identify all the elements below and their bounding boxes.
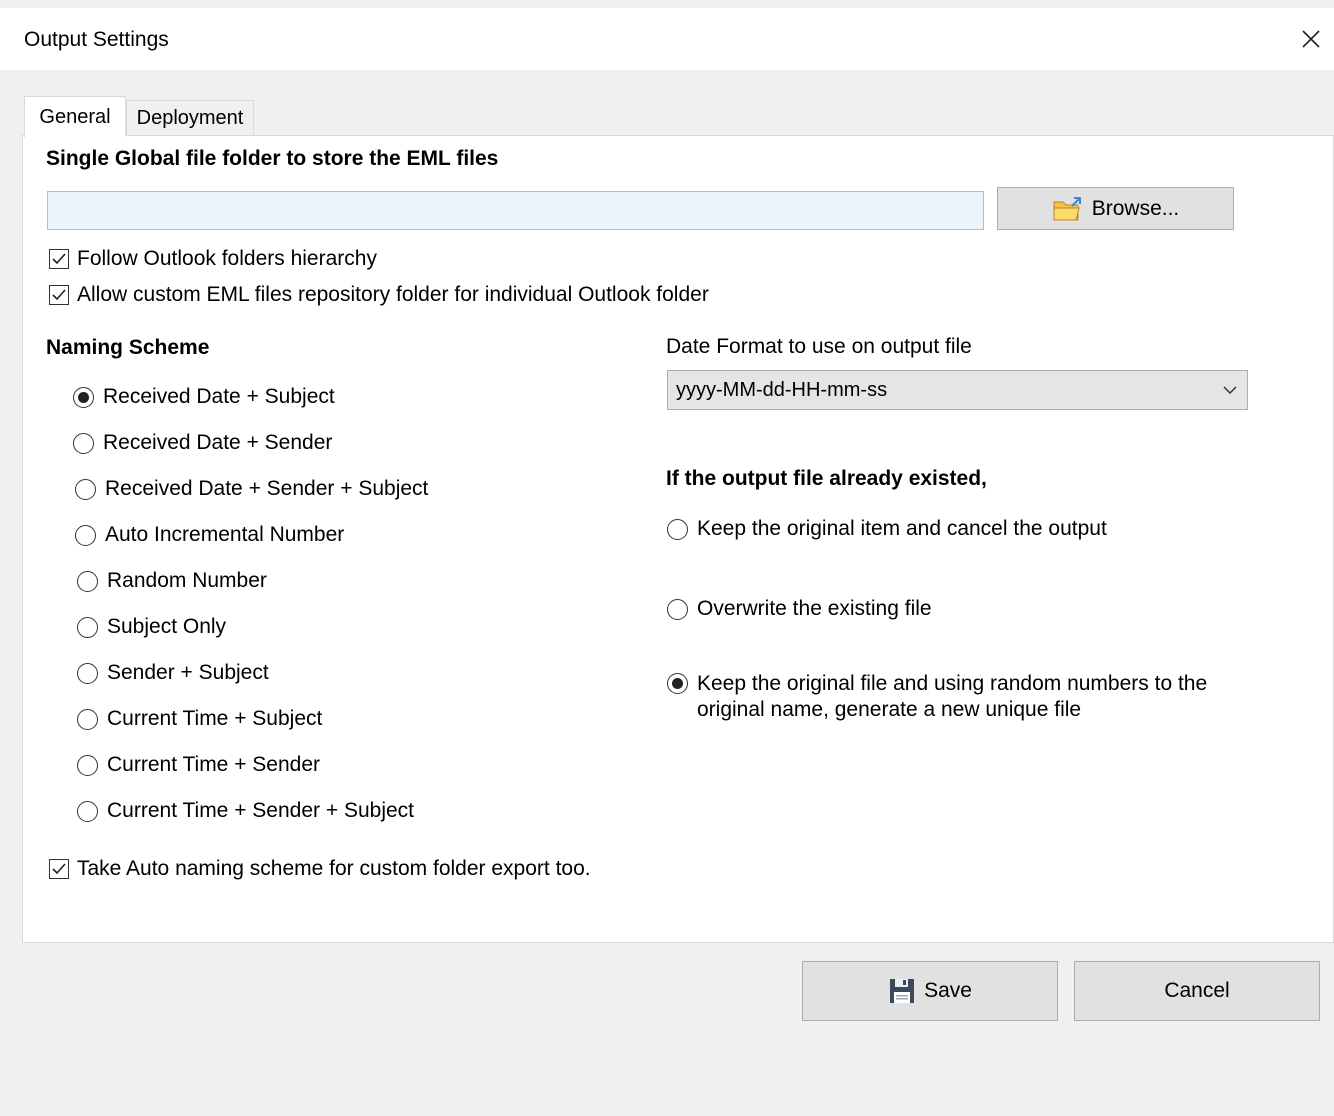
folder-heading: Single Global file folder to store the E… xyxy=(46,147,499,170)
close-button[interactable] xyxy=(1288,8,1334,70)
checkmark-icon xyxy=(52,863,66,875)
radio-circle xyxy=(77,708,98,730)
existing-option-label: Keep the original item and cancel the ou… xyxy=(697,517,1107,540)
naming-option-label: Received Date + Sender + Subject xyxy=(105,477,429,500)
browse-button-label: Browse... xyxy=(1091,196,1180,220)
chevron-down-icon xyxy=(1223,386,1237,395)
naming-option-label: Current Time + Subject xyxy=(107,707,323,730)
cancel-button-label: Cancel xyxy=(1164,979,1230,1002)
auto-naming-label: Take Auto naming scheme for custom folde… xyxy=(77,857,591,880)
checkbox-box xyxy=(49,859,69,879)
naming-option[interactable]: Random Number xyxy=(77,568,267,594)
date-format-value: yyyy-MM-dd-HH-mm-ss xyxy=(676,378,888,401)
auto-naming-checkbox[interactable]: Take Auto naming scheme for custom folde… xyxy=(49,857,591,881)
radio-selected-dot xyxy=(78,391,89,403)
allow-custom-folder-checkbox[interactable]: Allow custom EML files repository folder… xyxy=(49,283,709,307)
checkmark-icon xyxy=(52,253,66,265)
naming-option[interactable]: Current Time + Sender + Subject xyxy=(77,798,414,824)
naming-option[interactable]: Current Time + Subject xyxy=(77,706,322,732)
checkmark-icon xyxy=(52,289,66,301)
radio-circle xyxy=(77,616,98,638)
follow-hierarchy-label: Follow Outlook folders hierarchy xyxy=(77,247,377,270)
cancel-button[interactable]: Cancel xyxy=(1074,961,1320,1021)
naming-option[interactable]: Current Time + Sender xyxy=(77,752,320,778)
radio-circle xyxy=(75,478,96,500)
naming-option-label: Received Date + Subject xyxy=(103,385,335,408)
browse-button[interactable]: Browse... xyxy=(997,187,1234,230)
radio-circle xyxy=(667,518,688,540)
title-bar: Output Settings xyxy=(0,8,1334,70)
radio-circle xyxy=(75,524,96,546)
output-settings-dialog: Output Settings General Deployment Singl… xyxy=(0,0,1334,1116)
existing-file-heading: If the output file already existed, xyxy=(666,467,987,490)
naming-option-label: Auto Incremental Number xyxy=(105,523,345,546)
radio-selected-dot xyxy=(672,678,683,689)
tab-deployment-label: Deployment xyxy=(136,107,244,129)
radio-circle xyxy=(77,754,98,776)
folder-icon xyxy=(1053,196,1081,220)
close-icon xyxy=(1302,30,1320,48)
naming-option[interactable]: Sender + Subject xyxy=(77,660,269,686)
tab-general[interactable]: General xyxy=(24,96,126,137)
naming-option-label: Current Time + Sender + Subject xyxy=(107,799,414,822)
radio-circle xyxy=(77,662,98,684)
naming-option-label: Subject Only xyxy=(107,615,227,638)
existing-option[interactable]: Keep the original item and cancel the ou… xyxy=(667,516,1107,542)
tab-general-label: General xyxy=(39,105,111,128)
radio-circle xyxy=(667,598,688,620)
existing-option-label: Keep the original file and using random … xyxy=(697,672,1208,721)
naming-option-label: Current Time + Sender xyxy=(107,753,321,776)
floppy-disk-icon xyxy=(890,979,915,1003)
naming-option-label: Random Number xyxy=(107,569,267,592)
follow-hierarchy-checkbox[interactable]: Follow Outlook folders hierarchy xyxy=(49,247,377,271)
allow-custom-folder-label: Allow custom EML files repository folder… xyxy=(77,283,709,306)
save-button-label: Save xyxy=(924,979,972,1002)
existing-option[interactable]: Overwrite the existing file xyxy=(667,596,932,622)
naming-option[interactable]: Auto Incremental Number xyxy=(75,522,344,548)
naming-option[interactable]: Received Date + Sender xyxy=(73,430,332,456)
tab-deployment[interactable]: Deployment xyxy=(126,100,254,136)
naming-option[interactable]: Received Date + Sender + Subject xyxy=(75,476,428,502)
naming-option[interactable]: Received Date + Subject xyxy=(73,384,335,410)
date-format-label: Date Format to use on output file xyxy=(666,335,972,358)
existing-option-label: Overwrite the existing file xyxy=(697,597,932,620)
radio-circle xyxy=(77,570,98,592)
radio-circle xyxy=(667,673,688,694)
checkbox-box xyxy=(49,285,69,305)
naming-option[interactable]: Subject Only xyxy=(77,614,226,640)
save-button[interactable]: Save xyxy=(802,961,1058,1021)
radio-circle xyxy=(73,432,94,454)
checkbox-box xyxy=(49,249,69,269)
date-format-select[interactable]: yyyy-MM-dd-HH-mm-ss xyxy=(667,370,1248,410)
folder-path-input[interactable] xyxy=(47,191,984,230)
naming-option-label: Sender + Subject xyxy=(107,661,269,684)
radio-circle xyxy=(73,386,94,408)
naming-scheme-heading: Naming Scheme xyxy=(46,336,210,359)
naming-option-label: Received Date + Sender xyxy=(103,431,333,454)
window-title: Output Settings xyxy=(24,28,169,51)
radio-circle xyxy=(77,800,98,822)
existing-option[interactable]: Keep the original file and using random … xyxy=(667,671,1267,723)
